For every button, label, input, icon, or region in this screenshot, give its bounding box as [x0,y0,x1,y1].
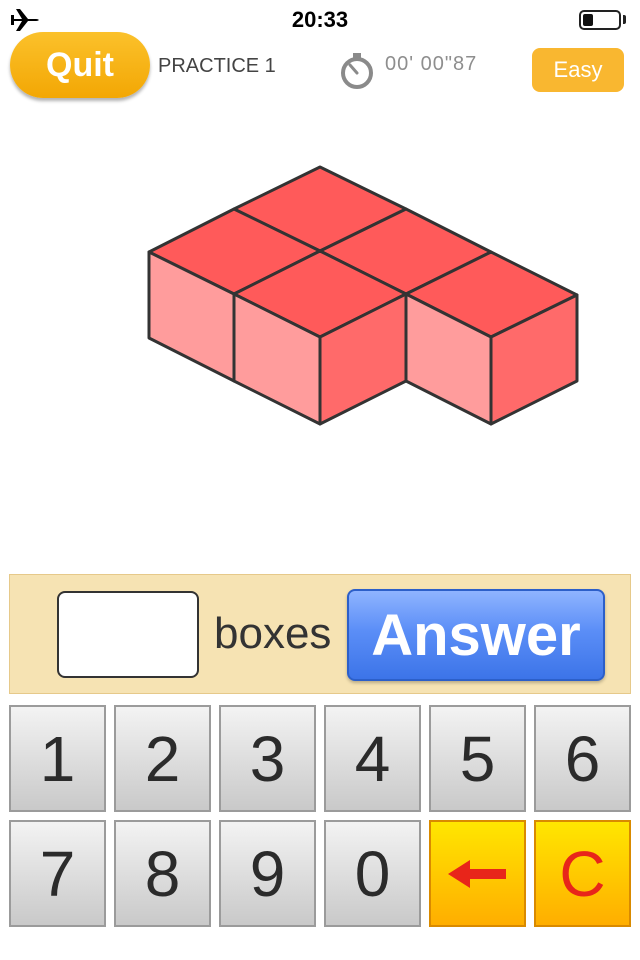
backspace-button[interactable] [429,820,526,927]
quit-button[interactable]: Quit [10,32,150,98]
status-time: 20:33 [291,7,349,32]
key-9[interactable]: 9 [219,820,316,927]
key-2[interactable]: 2 [114,705,211,812]
key-8[interactable]: 8 [114,820,211,927]
difficulty-button[interactable]: Easy [532,48,624,92]
key-0[interactable]: 0 [324,820,421,927]
box-puzzle-figure [147,165,579,426]
key-4[interactable]: 4 [324,705,421,812]
key-6[interactable]: 6 [534,705,631,812]
left-arrow-icon [447,859,506,888]
key-3[interactable]: 3 [219,705,316,812]
battery-icon [579,10,621,30]
answer-button[interactable]: Answer [347,589,605,681]
clear-button[interactable]: C [534,820,631,927]
stopwatch-icon [341,53,373,89]
timer-display: 00' 00"87 [385,53,478,75]
key-5[interactable]: 5 [429,705,526,812]
key-1[interactable]: 1 [9,705,106,812]
battery-tip [623,15,626,24]
practice-label: PRACTICE 1 [158,55,276,77]
answer-input[interactable] [57,591,199,678]
key-7[interactable]: 7 [9,820,106,927]
unit-label: boxes [214,609,332,658]
battery-level [583,14,593,26]
